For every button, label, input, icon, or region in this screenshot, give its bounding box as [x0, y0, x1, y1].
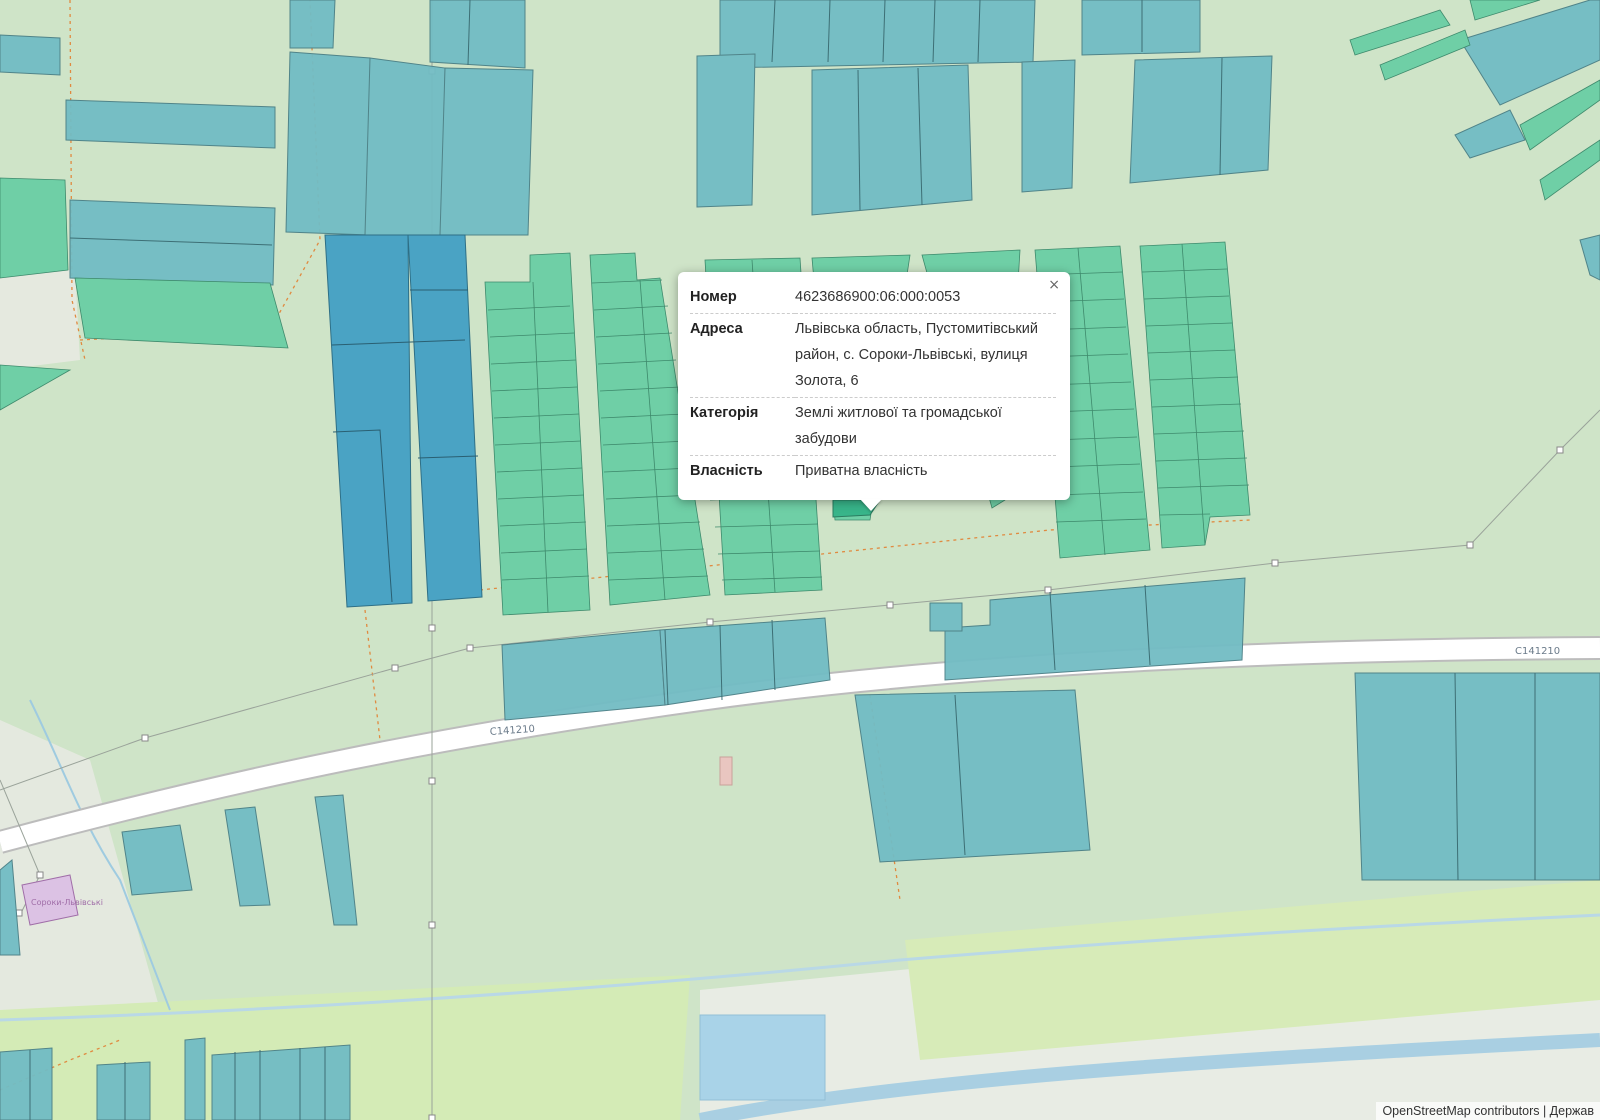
table-row: Адреса Львівська область, Пустомитівськи…	[690, 313, 1056, 398]
row-value: Приватна власність	[795, 455, 1056, 487]
row-key: Адреса	[690, 313, 795, 398]
row-key: Категорія	[690, 397, 795, 456]
parcel-info-table: Номер 4623686900:06:000:0053 Адреса Льві…	[690, 282, 1056, 487]
pond	[699, 1014, 826, 1101]
parcel-info-popup: × Номер 4623686900:06:000:0053 Адреса Ль…	[678, 272, 1070, 500]
table-row: Номер 4623686900:06:000:0053	[690, 282, 1056, 314]
table-row: Власність Приватна власність	[690, 455, 1056, 487]
map-canvas[interactable]: Сороки-Львівські C141210 C141210 × Номер…	[0, 0, 1600, 1120]
row-value: Львівська область, Пустомитівський район…	[795, 313, 1056, 398]
row-key: Номер	[690, 289, 737, 305]
popup-tip	[860, 499, 882, 511]
table-row: Категорія Землі житлової та громадської …	[690, 397, 1056, 456]
map-layer[interactable]: Сороки-Львівські C141210 C141210	[0, 0, 1600, 1120]
land-built	[0, 270, 80, 370]
close-icon[interactable]: ×	[1048, 278, 1060, 292]
place-label: Сороки-Львівські	[31, 898, 103, 907]
road-label: C141210	[1515, 646, 1560, 657]
row-value: Землі житлової та громадської забудови	[795, 397, 1056, 456]
row-key: Власність	[690, 455, 795, 487]
map-attribution[interactable]: OpenStreetMap contributors | Держав	[1376, 1102, 1600, 1120]
row-value: 4623686900:06:000:0053	[795, 289, 961, 305]
small-building[interactable]	[719, 756, 733, 786]
parcels-dark-blue[interactable]	[324, 234, 483, 608]
